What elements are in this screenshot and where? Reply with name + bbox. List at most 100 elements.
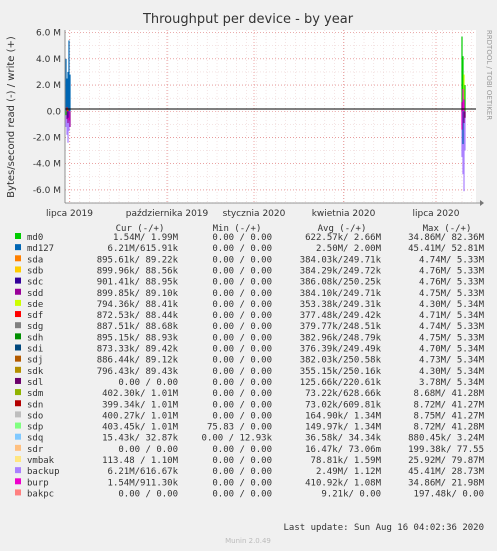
legend-name: sdr <box>27 445 44 455</box>
legend-avg: 377.48k/249.42k <box>300 311 382 321</box>
legend-min: 0.00 / 0.00 <box>212 322 272 332</box>
legend-row-sda: sda 895.61k/ 89.22k 0.00 / 0.00 384.03k/249… <box>15 255 485 265</box>
legend-name: sdf <box>27 311 43 321</box>
legend-swatch <box>15 277 21 284</box>
y-tick-label: -6.0 M <box>33 186 61 196</box>
legend-name: backup <box>27 467 60 477</box>
legend-cur: 899.85k/ 89.10k <box>97 289 179 299</box>
legend-max: 4.30M/ 5.34M <box>419 367 485 377</box>
legend-swatch <box>15 489 21 496</box>
legend-avg: 73.22k/628.66k <box>305 389 381 399</box>
legend-row-sdm: sdm 402.30k/ 1.01M 0.00 / 0.00 73.22k/628.6… <box>15 389 485 399</box>
legend-min: 0.00 / 0.00 <box>212 389 272 399</box>
legend-swatch <box>15 411 21 418</box>
legend-swatch <box>15 344 21 351</box>
legend-name: md127 <box>27 244 54 254</box>
legend-min: 0.00 / 0.00 <box>212 333 272 343</box>
legend-min: 0.00 / 0.00 <box>212 311 272 321</box>
legend-avg: 149.97k/ 1.34M <box>305 423 381 433</box>
legend-avg: 384.03k/249.71k <box>300 255 382 265</box>
legend-name: sdb <box>27 266 43 276</box>
legend-min: 0.00 / 0.00 <box>212 367 272 377</box>
last-update: Last update: Sun Aug 16 04:02:36 2020 <box>284 523 484 533</box>
legend-name: bakpc <box>27 489 54 499</box>
legend-cur: 399.34k/ 1.01M <box>102 400 178 410</box>
y-tick-labels: 6.0 M 4.0 M 2.0 M 0.0 -2.0 M -4.0 M -6.0 M <box>33 29 61 196</box>
legend-min: 0.00 / 0.00 <box>212 300 272 310</box>
legend-max: 4.70M/ 5.34M <box>419 345 485 355</box>
legend-min: 0.00 / 0.00 <box>212 400 272 410</box>
legend-row-burp: burp 1.54M/911.30k 0.00 / 0.00 410.92k/ 1.0… <box>15 478 485 488</box>
legend-swatch <box>15 456 21 462</box>
legend-row-md0: md0 1.54M/ 1.99M 0.00 / 0.00 622.57k/ 2.66M… <box>15 233 485 243</box>
legend-name: sdo <box>27 411 43 421</box>
legend-max: 8.72M/ 41.28M <box>414 423 485 433</box>
footer: Munin 2.0.49 <box>225 537 271 545</box>
legend-cur: 6.21M/616.67k <box>108 467 179 477</box>
legend-cur: 400.27k/ 1.01M <box>102 411 178 421</box>
legend-name: burp <box>27 478 49 488</box>
legend-min: 0.00 / 0.00 <box>212 233 272 243</box>
y-tick-label: 6.0 M <box>36 29 61 39</box>
x-tick-label: stycznia 2020 <box>223 209 286 219</box>
legend-row-sdh: sdh 895.15k/ 88.93k 0.00 / 0.00 382.96k/248… <box>15 333 485 343</box>
legend-swatch <box>15 311 21 318</box>
legend-swatch <box>15 400 21 407</box>
legend-name: sda <box>27 255 43 265</box>
legend-min: 0.00 / 0.00 <box>212 345 272 355</box>
legend-swatch <box>15 244 21 251</box>
legend-swatch <box>15 288 21 295</box>
legend-cur: 899.96k/ 88.56k <box>97 266 179 276</box>
legend-swatch <box>15 333 21 340</box>
legend-min: 0.00 / 0.00 <box>212 456 272 466</box>
legend-name: sdp <box>27 423 43 433</box>
legend-avg: 376.39k/249.49k <box>300 345 382 355</box>
legend-row-bakpc: bakpc 0.00 / 0.00 0.00 / 0.00 9.21k/ 0.00 19… <box>15 489 484 499</box>
legend-max: 8.68M/ 41.28M <box>414 389 485 399</box>
legend-min: 0.00 / 0.00 <box>212 489 272 499</box>
x-tick-label: kwietnia 2020 <box>312 209 376 219</box>
legend-cur: 886.44k/ 89.12k <box>97 356 179 366</box>
legend-row-sdb: sdb 899.96k/ 88.56k 0.00 / 0.00 384.29k/249… <box>15 266 485 276</box>
legend-avg: 78.81k/ 1.59M <box>311 456 382 466</box>
legend-row-sdq: sdq 15.43k/ 32.87k 0.00 / 12.93k 36.58k/ 34… <box>15 433 485 444</box>
legend-min: 0.00 / 0.00 <box>212 278 272 288</box>
legend-avg: 410.92k/ 1.08M <box>305 478 381 488</box>
legend-max: 3.78M/ 5.34M <box>419 378 485 388</box>
legend-row-sdr: sdr 0.00 / 0.00 0.00 / 0.00 16.47k/ 73.06m 1… <box>15 444 484 455</box>
legend-row-vmbak: vmbak 113.48 / 1.10M 0.00 / 0.00 78.81k/ 1.… <box>15 456 485 466</box>
legend-name: sdm <box>27 389 43 399</box>
legend-swatch <box>15 478 21 485</box>
legend-swatch <box>15 233 21 239</box>
legend-cur: 402.30k/ 1.01M <box>102 389 178 399</box>
legend-min: 0.00 / 0.00 <box>212 356 272 366</box>
legend-swatch <box>15 444 21 451</box>
legend-name: vmbak <box>27 456 55 466</box>
legend-max: 197.48k/ 0.00 <box>414 489 484 499</box>
legend-swatch <box>15 266 21 273</box>
legend-avg: 9.21k/ 0.00 <box>321 489 381 499</box>
legend-max: 34.86M/ 21.98M <box>408 478 484 488</box>
legend-max: 4.75M/ 5.33M <box>419 289 485 299</box>
legend-min: 0.00 / 0.00 <box>212 244 272 254</box>
legend-name: sdg <box>27 322 43 332</box>
legend-min: 0.00 / 0.00 <box>212 467 272 477</box>
legend-max: 4.76M/ 5.33M <box>419 278 485 288</box>
legend-swatch <box>15 377 21 384</box>
legend-avg: 2.49M/ 1.12M <box>316 467 382 477</box>
legend-avg: 36.58k/ 34.34k <box>305 434 381 444</box>
legend-cur: 872.53k/ 88.44k <box>97 311 179 321</box>
legend-cur: 0.00 / 0.00 <box>118 378 178 388</box>
legend-name: sdh <box>27 333 43 343</box>
legend-row-sdd: sdd 899.85k/ 89.10k 0.00 / 0.00 384.10k/249… <box>15 288 485 299</box>
legend-swatch <box>15 355 21 362</box>
legend-cur: 895.61k/ 89.22k <box>97 255 179 265</box>
legend-cur: 794.36k/ 88.41k <box>97 300 179 310</box>
x-tick-label: lipca 2019 <box>46 209 93 219</box>
legend-max: 4.76M/ 5.33M <box>419 266 485 276</box>
legend-cur: 1.54M/911.30k <box>108 478 179 488</box>
legend-max: 45.41M/ 52.81M <box>408 244 484 254</box>
legend-name: sdn <box>27 400 43 410</box>
legend-min: 0.00 / 0.00 <box>212 289 272 299</box>
y-tick-label: -4.0 M <box>33 160 61 170</box>
